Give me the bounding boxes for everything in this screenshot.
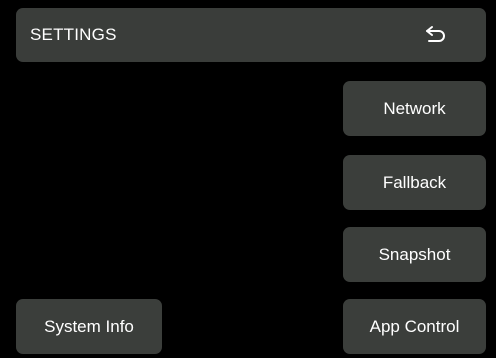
snapshot-button[interactable]: Snapshot [343,227,486,282]
fallback-button[interactable]: Fallback [343,155,486,210]
network-button[interactable]: Network [343,81,486,136]
settings-header: SETTINGS [16,8,486,62]
back-button[interactable] [416,16,456,54]
return-arrow-icon [426,26,445,42]
app-control-button[interactable]: App Control [343,299,486,354]
system-info-button[interactable]: System Info [16,299,162,354]
page-title: SETTINGS [30,25,117,44]
